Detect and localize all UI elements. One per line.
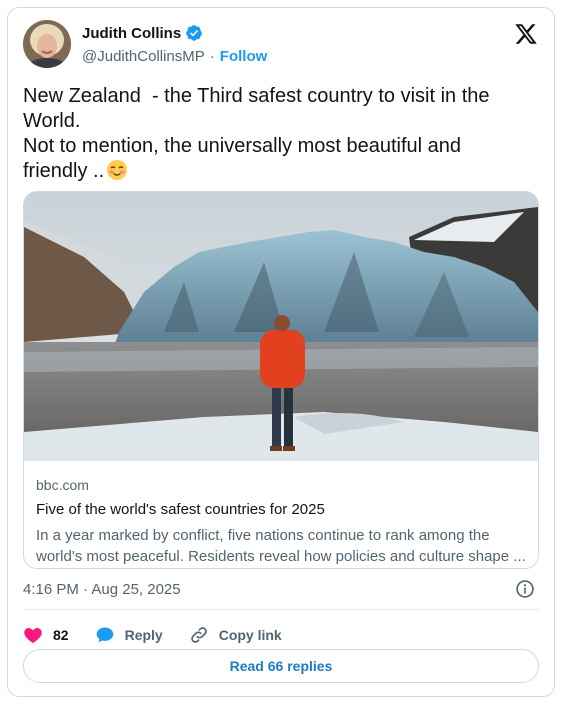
link-icon — [190, 627, 207, 643]
link-preview-card[interactable]: bbc.com Five of the world's safest count… — [23, 191, 539, 569]
link-description: In a year marked by conflict, five natio… — [36, 525, 526, 567]
link-description-line-1: In a year marked by conflict, five natio… — [36, 527, 490, 544]
reply-bubble-icon — [96, 627, 113, 643]
reply-button[interactable]: Reply — [95, 625, 163, 645]
smiling-face-emoji — [107, 160, 128, 180]
avatar[interactable] — [23, 20, 71, 68]
heart-icon — [24, 628, 42, 643]
author-handle[interactable]: @JudithCollinsMP — [82, 48, 205, 65]
tweet-line-1: New Zealand - the Third safest country t… — [23, 85, 490, 107]
info-icon[interactable] — [515, 579, 535, 599]
like-count: 82 — [53, 627, 69, 643]
link-title: Five of the world's safest countries for… — [36, 501, 325, 518]
verified-badge-icon — [186, 25, 203, 41]
link-domain: bbc.com — [36, 477, 89, 493]
tweet-line-4-row: friendly .. — [23, 159, 523, 184]
link-description-line-2: world's most peaceful. Residents reveal … — [36, 548, 526, 565]
tweet-line-4: friendly .. — [23, 160, 105, 182]
action-bar: 82 Reply Copy link — [23, 620, 308, 650]
tweet-text: New Zealand - the Third safest country t… — [23, 84, 523, 184]
divider — [23, 609, 539, 610]
avatar-image — [23, 20, 71, 68]
link-meta: bbc.com Five of the world's safest count… — [36, 477, 526, 567]
like-button[interactable]: 82 — [23, 625, 69, 645]
x-logo-icon[interactable] — [514, 22, 538, 46]
separator: · — [209, 48, 215, 65]
tweet-line-2: World. — [23, 110, 81, 132]
author-name[interactable]: Judith Collins — [82, 25, 181, 42]
tweet-timestamp[interactable]: 4:16 PM · Aug 25, 2025 — [23, 581, 181, 598]
glacier-photo — [24, 192, 538, 461]
tweet-card: Judith Collins @JudithCollinsMP · Follow… — [7, 7, 555, 697]
tweet-line-3: Not to mention, the universally most bea… — [23, 135, 462, 157]
author-handle-row: @JudithCollinsMP · Follow — [82, 48, 267, 65]
read-replies-button[interactable]: Read 66 replies — [23, 649, 539, 683]
copy-link-button[interactable]: Copy link — [189, 625, 282, 645]
author-name-row: Judith Collins — [82, 24, 203, 42]
copy-link-label: Copy link — [218, 627, 282, 643]
follow-button[interactable]: Follow — [220, 48, 268, 65]
reply-label: Reply — [124, 627, 163, 643]
